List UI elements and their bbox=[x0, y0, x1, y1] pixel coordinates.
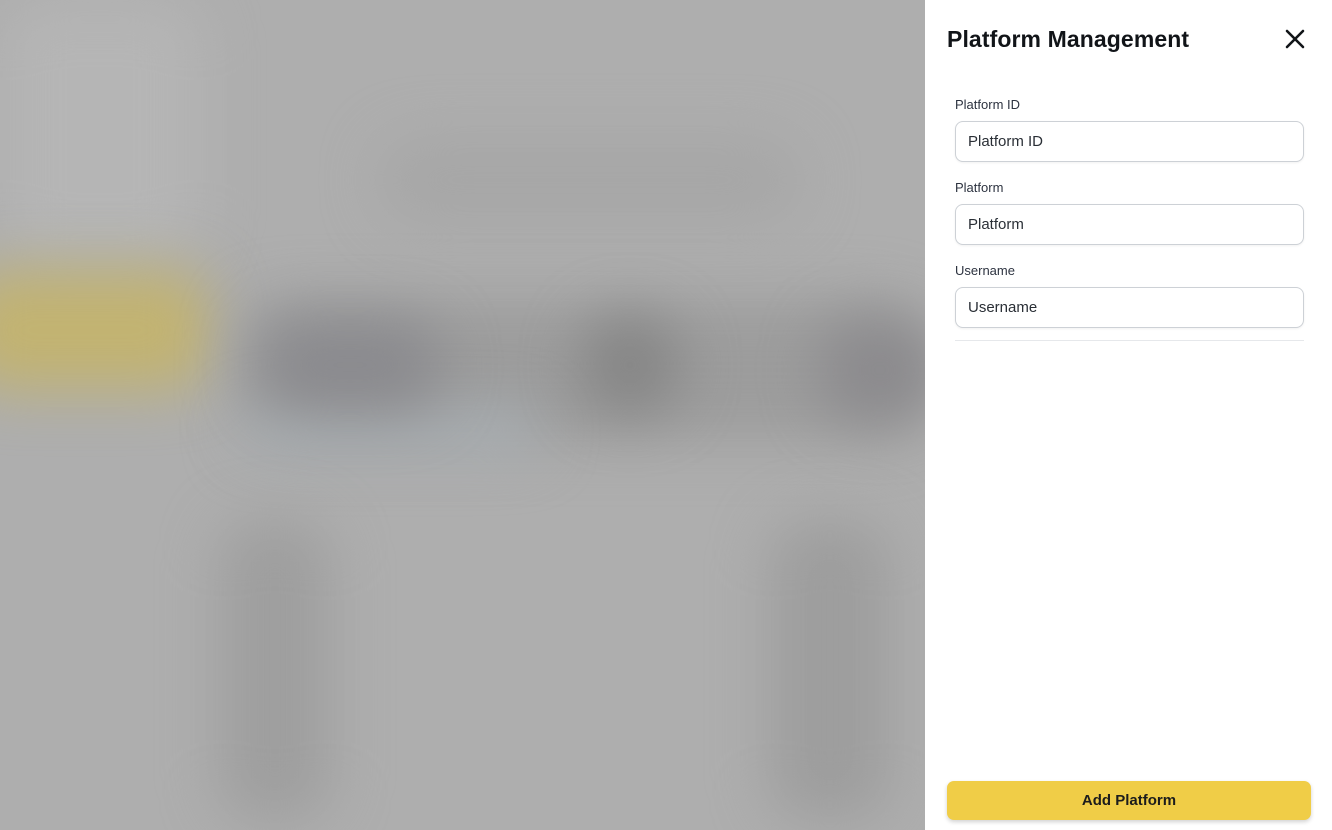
close-button[interactable] bbox=[1280, 24, 1310, 54]
panel-title: Platform Management bbox=[947, 25, 1190, 52]
platform-id-label: Platform ID bbox=[955, 97, 1021, 112]
platform-id-field: Platform ID bbox=[955, 97, 1304, 162]
close-icon bbox=[1285, 29, 1305, 49]
username-label: Username bbox=[955, 263, 1015, 278]
username-field: Username bbox=[955, 263, 1304, 328]
form-divider bbox=[955, 340, 1304, 341]
username-input[interactable] bbox=[955, 287, 1304, 328]
blurred-background-overlay[interactable] bbox=[0, 0, 925, 830]
platform-input[interactable] bbox=[955, 204, 1304, 245]
add-platform-button[interactable]: Add Platform bbox=[947, 781, 1311, 820]
platform-form: Platform ID Platform Username bbox=[955, 97, 1304, 346]
platform-field: Platform bbox=[955, 180, 1304, 245]
page: Platform Management Platform ID Platform… bbox=[0, 0, 1332, 830]
platform-label: Platform bbox=[955, 180, 1004, 195]
panel-header: Platform Management bbox=[947, 22, 1310, 56]
platform-id-input[interactable] bbox=[955, 121, 1304, 162]
platform-management-panel: Platform Management Platform ID Platform… bbox=[925, 0, 1332, 830]
